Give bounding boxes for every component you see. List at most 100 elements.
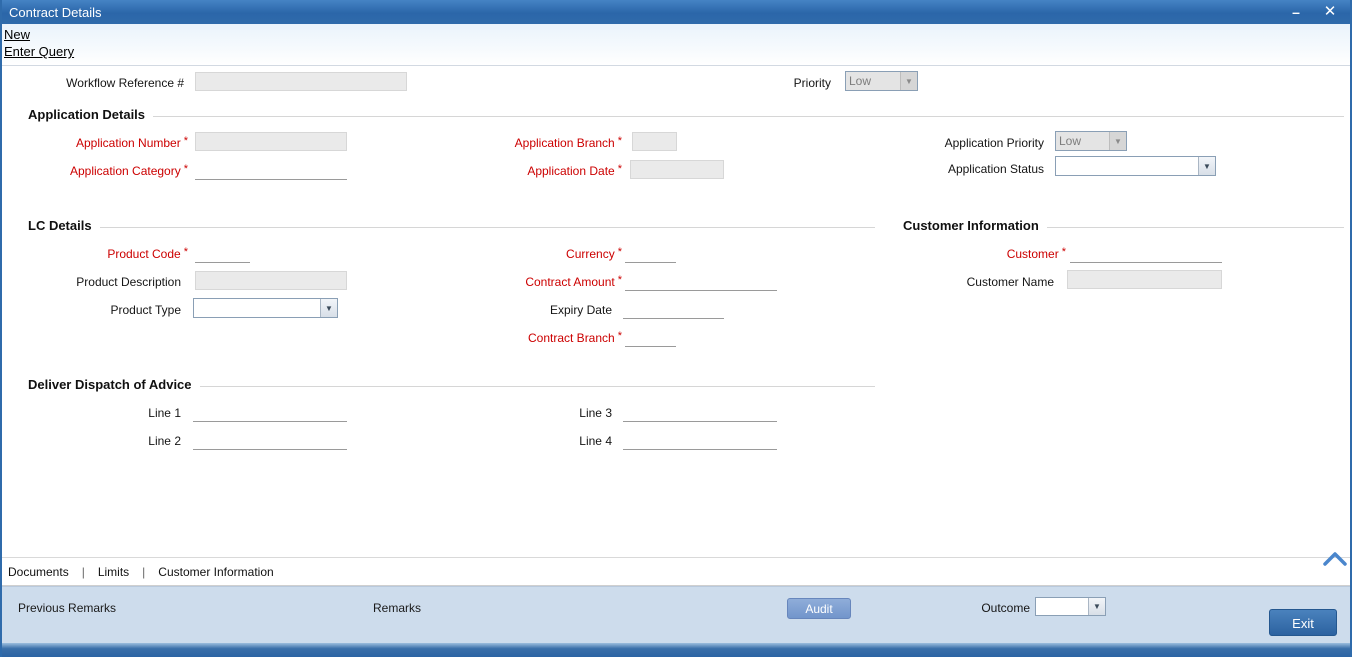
- footer-bar: Previous Remarks Remarks Audit Outcome ▼…: [0, 586, 1352, 643]
- priority-label: Priority: [793, 76, 831, 90]
- section-title: LC Details: [28, 218, 92, 233]
- application-status-value: [1056, 157, 1198, 175]
- section-title: Deliver Dispatch of Advice: [28, 377, 192, 392]
- application-status-label: Application Status: [947, 162, 1044, 176]
- bottom-tab-bar: Documents | Limits | Customer Informatio…: [0, 558, 1352, 586]
- customer-label: Customer *: [1006, 246, 1066, 261]
- currency-label: Currency *: [566, 246, 622, 261]
- section-application-details: Application Details: [28, 107, 1344, 122]
- section-rule: [1046, 226, 1344, 228]
- priority-select: Low ▼: [845, 71, 918, 91]
- application-priority-value: Low: [1059, 134, 1082, 148]
- window-left-border: [0, 0, 2, 657]
- chevron-down-icon: ▼: [1198, 157, 1215, 175]
- required-asterisk: *: [617, 330, 622, 342]
- line1-label: Line 1: [148, 406, 181, 420]
- currency-input[interactable]: [625, 246, 676, 263]
- chevron-up-icon: [1323, 552, 1347, 566]
- customer-name-label: Customer Name: [966, 275, 1054, 289]
- minimize-icon: –: [1292, 4, 1300, 20]
- window-title: Contract Details: [9, 5, 102, 20]
- minimize-button[interactable]: –: [1284, 2, 1308, 22]
- product-description-label: Product Description: [76, 275, 181, 289]
- contract-branch-input[interactable]: [625, 330, 676, 347]
- new-link[interactable]: New: [4, 27, 30, 42]
- remarks-label: Remarks: [373, 601, 422, 615]
- customer-input[interactable]: [1070, 246, 1222, 263]
- application-date-input: [630, 160, 724, 179]
- required-asterisk: *: [617, 163, 622, 175]
- chevron-down-icon: ▼: [900, 72, 917, 90]
- application-priority-select: Low ▼: [1055, 131, 1127, 151]
- line4-input[interactable]: [623, 433, 777, 450]
- close-button[interactable]: ✕: [1318, 2, 1342, 22]
- product-type-label: Product Type: [110, 303, 182, 317]
- tab-separator: |: [142, 564, 146, 579]
- chevron-down-icon: ▼: [320, 299, 337, 317]
- product-description-input: [195, 271, 347, 290]
- required-asterisk: *: [617, 246, 622, 258]
- line2-label: Line 2: [148, 434, 181, 448]
- section-rule: [99, 226, 875, 228]
- tab-separator: |: [81, 564, 85, 579]
- close-icon: ✕: [1323, 3, 1337, 20]
- application-number-input: [195, 132, 347, 151]
- required-asterisk: *: [183, 246, 188, 258]
- previous-remarks-label: Previous Remarks: [18, 601, 117, 615]
- exit-button[interactable]: Exit: [1269, 609, 1337, 636]
- application-branch-input: [632, 132, 677, 151]
- tab-customer-information[interactable]: Customer Information: [158, 565, 273, 579]
- required-asterisk: *: [617, 135, 622, 147]
- tab-documents[interactable]: Documents: [8, 565, 69, 579]
- contract-branch-label: Contract Branch *: [528, 330, 622, 345]
- priority-value: Low: [849, 74, 872, 88]
- contract-amount-label: Contract Amount *: [525, 274, 622, 289]
- audit-button[interactable]: Audit: [787, 598, 851, 619]
- line4-label: Line 4: [579, 434, 612, 448]
- contract-details-window: Contract Details – ✕ New Enter Query Wor…: [0, 0, 1352, 657]
- outcome-value: [1036, 598, 1088, 615]
- outcome-label: Outcome: [981, 601, 1030, 615]
- line3-label: Line 3: [579, 406, 612, 420]
- contract-amount-input[interactable]: [625, 274, 777, 291]
- section-deliver-dispatch: Deliver Dispatch of Advice: [28, 377, 875, 392]
- line2-input[interactable]: [193, 433, 347, 450]
- application-branch-label: Application Branch *: [514, 135, 622, 150]
- expiry-date-label: Expiry Date: [549, 303, 612, 317]
- section-lc-details: LC Details: [28, 218, 875, 233]
- required-asterisk: *: [1061, 246, 1066, 258]
- customer-name-input: [1067, 270, 1222, 289]
- section-rule: [199, 385, 875, 387]
- product-code-label: Product Code *: [107, 246, 188, 261]
- enter-query-link[interactable]: Enter Query: [4, 44, 74, 59]
- section-title: Application Details: [28, 107, 146, 122]
- bottom-border-strip: [0, 643, 1352, 657]
- required-asterisk: *: [617, 274, 622, 286]
- section-customer-information: Customer Information: [903, 218, 1344, 233]
- workflow-reference-input: [195, 72, 407, 91]
- tab-limits[interactable]: Limits: [98, 565, 129, 579]
- application-category-input[interactable]: [195, 163, 347, 180]
- product-code-input[interactable]: [195, 246, 250, 263]
- application-status-select[interactable]: ▼: [1055, 156, 1216, 176]
- chevron-down-icon: ▼: [1088, 598, 1105, 615]
- application-category-label: Application Category *: [69, 163, 188, 178]
- product-type-select[interactable]: ▼: [193, 298, 338, 318]
- application-date-label: Application Date *: [527, 163, 622, 178]
- section-rule: [153, 115, 1344, 117]
- application-number-label: Application Number *: [76, 135, 188, 150]
- line3-input[interactable]: [623, 405, 777, 422]
- scroll-top-button[interactable]: [1322, 551, 1348, 570]
- workflow-reference-label: Workflow Reference #: [66, 76, 184, 90]
- required-asterisk: *: [183, 135, 188, 147]
- outcome-select[interactable]: ▼: [1035, 597, 1106, 616]
- chevron-down-icon: ▼: [1109, 132, 1126, 150]
- line1-input[interactable]: [193, 405, 347, 422]
- application-priority-label: Application Priority: [944, 136, 1044, 150]
- menu-bar: New Enter Query: [0, 24, 1352, 66]
- product-type-value: [194, 299, 320, 317]
- section-title: Customer Information: [903, 218, 1039, 233]
- expiry-date-input[interactable]: [623, 302, 724, 319]
- title-bar: Contract Details – ✕: [0, 0, 1352, 24]
- required-asterisk: *: [183, 163, 188, 175]
